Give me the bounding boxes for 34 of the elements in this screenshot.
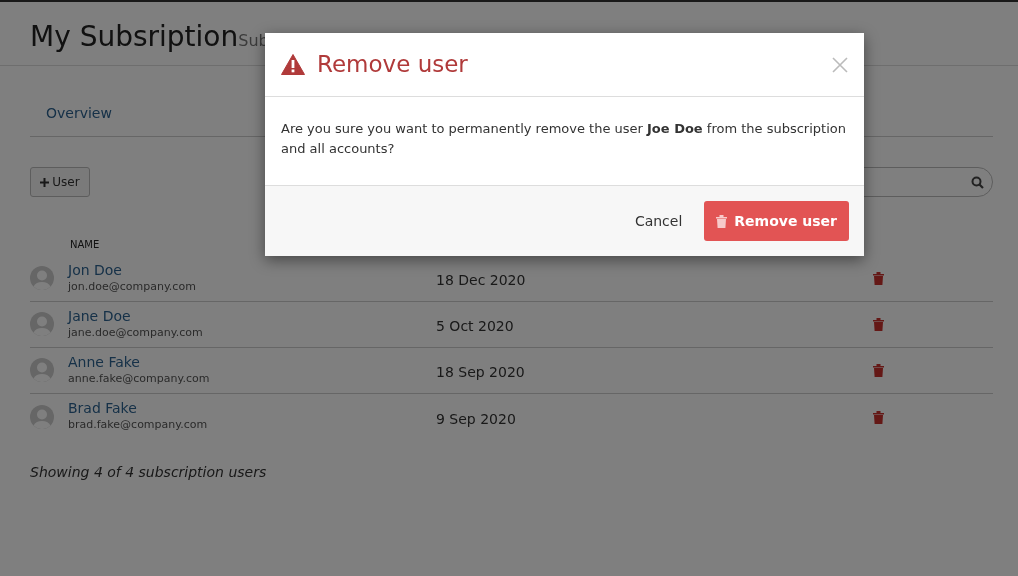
- user-email: jon.doe@company.com: [68, 278, 196, 295]
- table-cell-text: 9 Sep 2020: [436, 409, 517, 429]
- dialog-title: Remove user: [317, 50, 469, 80]
- user-email: brad.fake@company.com: [68, 417, 208, 434]
- avatar-icon: [30, 405, 54, 429]
- user-name-link[interactable]: Brad Fake: [68, 400, 208, 418]
- trash-icon: [716, 214, 728, 228]
- table-cell-text: 5 Oct 2020: [436, 317, 515, 336]
- page-title: My Subsription: [30, 19, 239, 55]
- user-email: jane.doe@company.com: [68, 324, 203, 341]
- avatar-icon: [30, 266, 54, 291]
- delete-icon[interactable]: [873, 272, 884, 285]
- user-name-link[interactable]: Jane Doe: [68, 307, 203, 325]
- delete-icon[interactable]: [873, 364, 884, 377]
- add-user-button[interactable]: User: [30, 167, 90, 197]
- warning-icon: [281, 54, 305, 75]
- summary-text: Showing 4 of 4 subscription users: [30, 463, 268, 482]
- plus-icon: [40, 177, 49, 187]
- table-cell-text: 18 Dec 2020: [436, 271, 527, 290]
- user-name-link[interactable]: Anne Fake: [68, 353, 210, 371]
- tab[interactable]: Overview: [30, 103, 128, 136]
- delete-icon[interactable]: [873, 318, 884, 331]
- user-name-link[interactable]: Jon Doe: [68, 261, 196, 279]
- table-cell-text: 18 Sep 2020: [436, 363, 526, 382]
- avatar-icon: [30, 358, 54, 383]
- dialog-message: Are you sure you want to permanently remove the user Joe Doe from the subscription and all accounts?: [281, 120, 847, 158]
- close-button[interactable]: [832, 54, 848, 75]
- search-icon: [971, 175, 984, 189]
- cancel-button[interactable]: Cancel: [628, 209, 689, 233]
- delete-icon[interactable]: [873, 410, 884, 424]
- remove-user-button[interactable]: Remove user: [704, 201, 849, 241]
- avatar-icon: [30, 312, 54, 337]
- column-header: NAME: [70, 238, 100, 252]
- user-email: anne.fake@company.com: [68, 370, 210, 387]
